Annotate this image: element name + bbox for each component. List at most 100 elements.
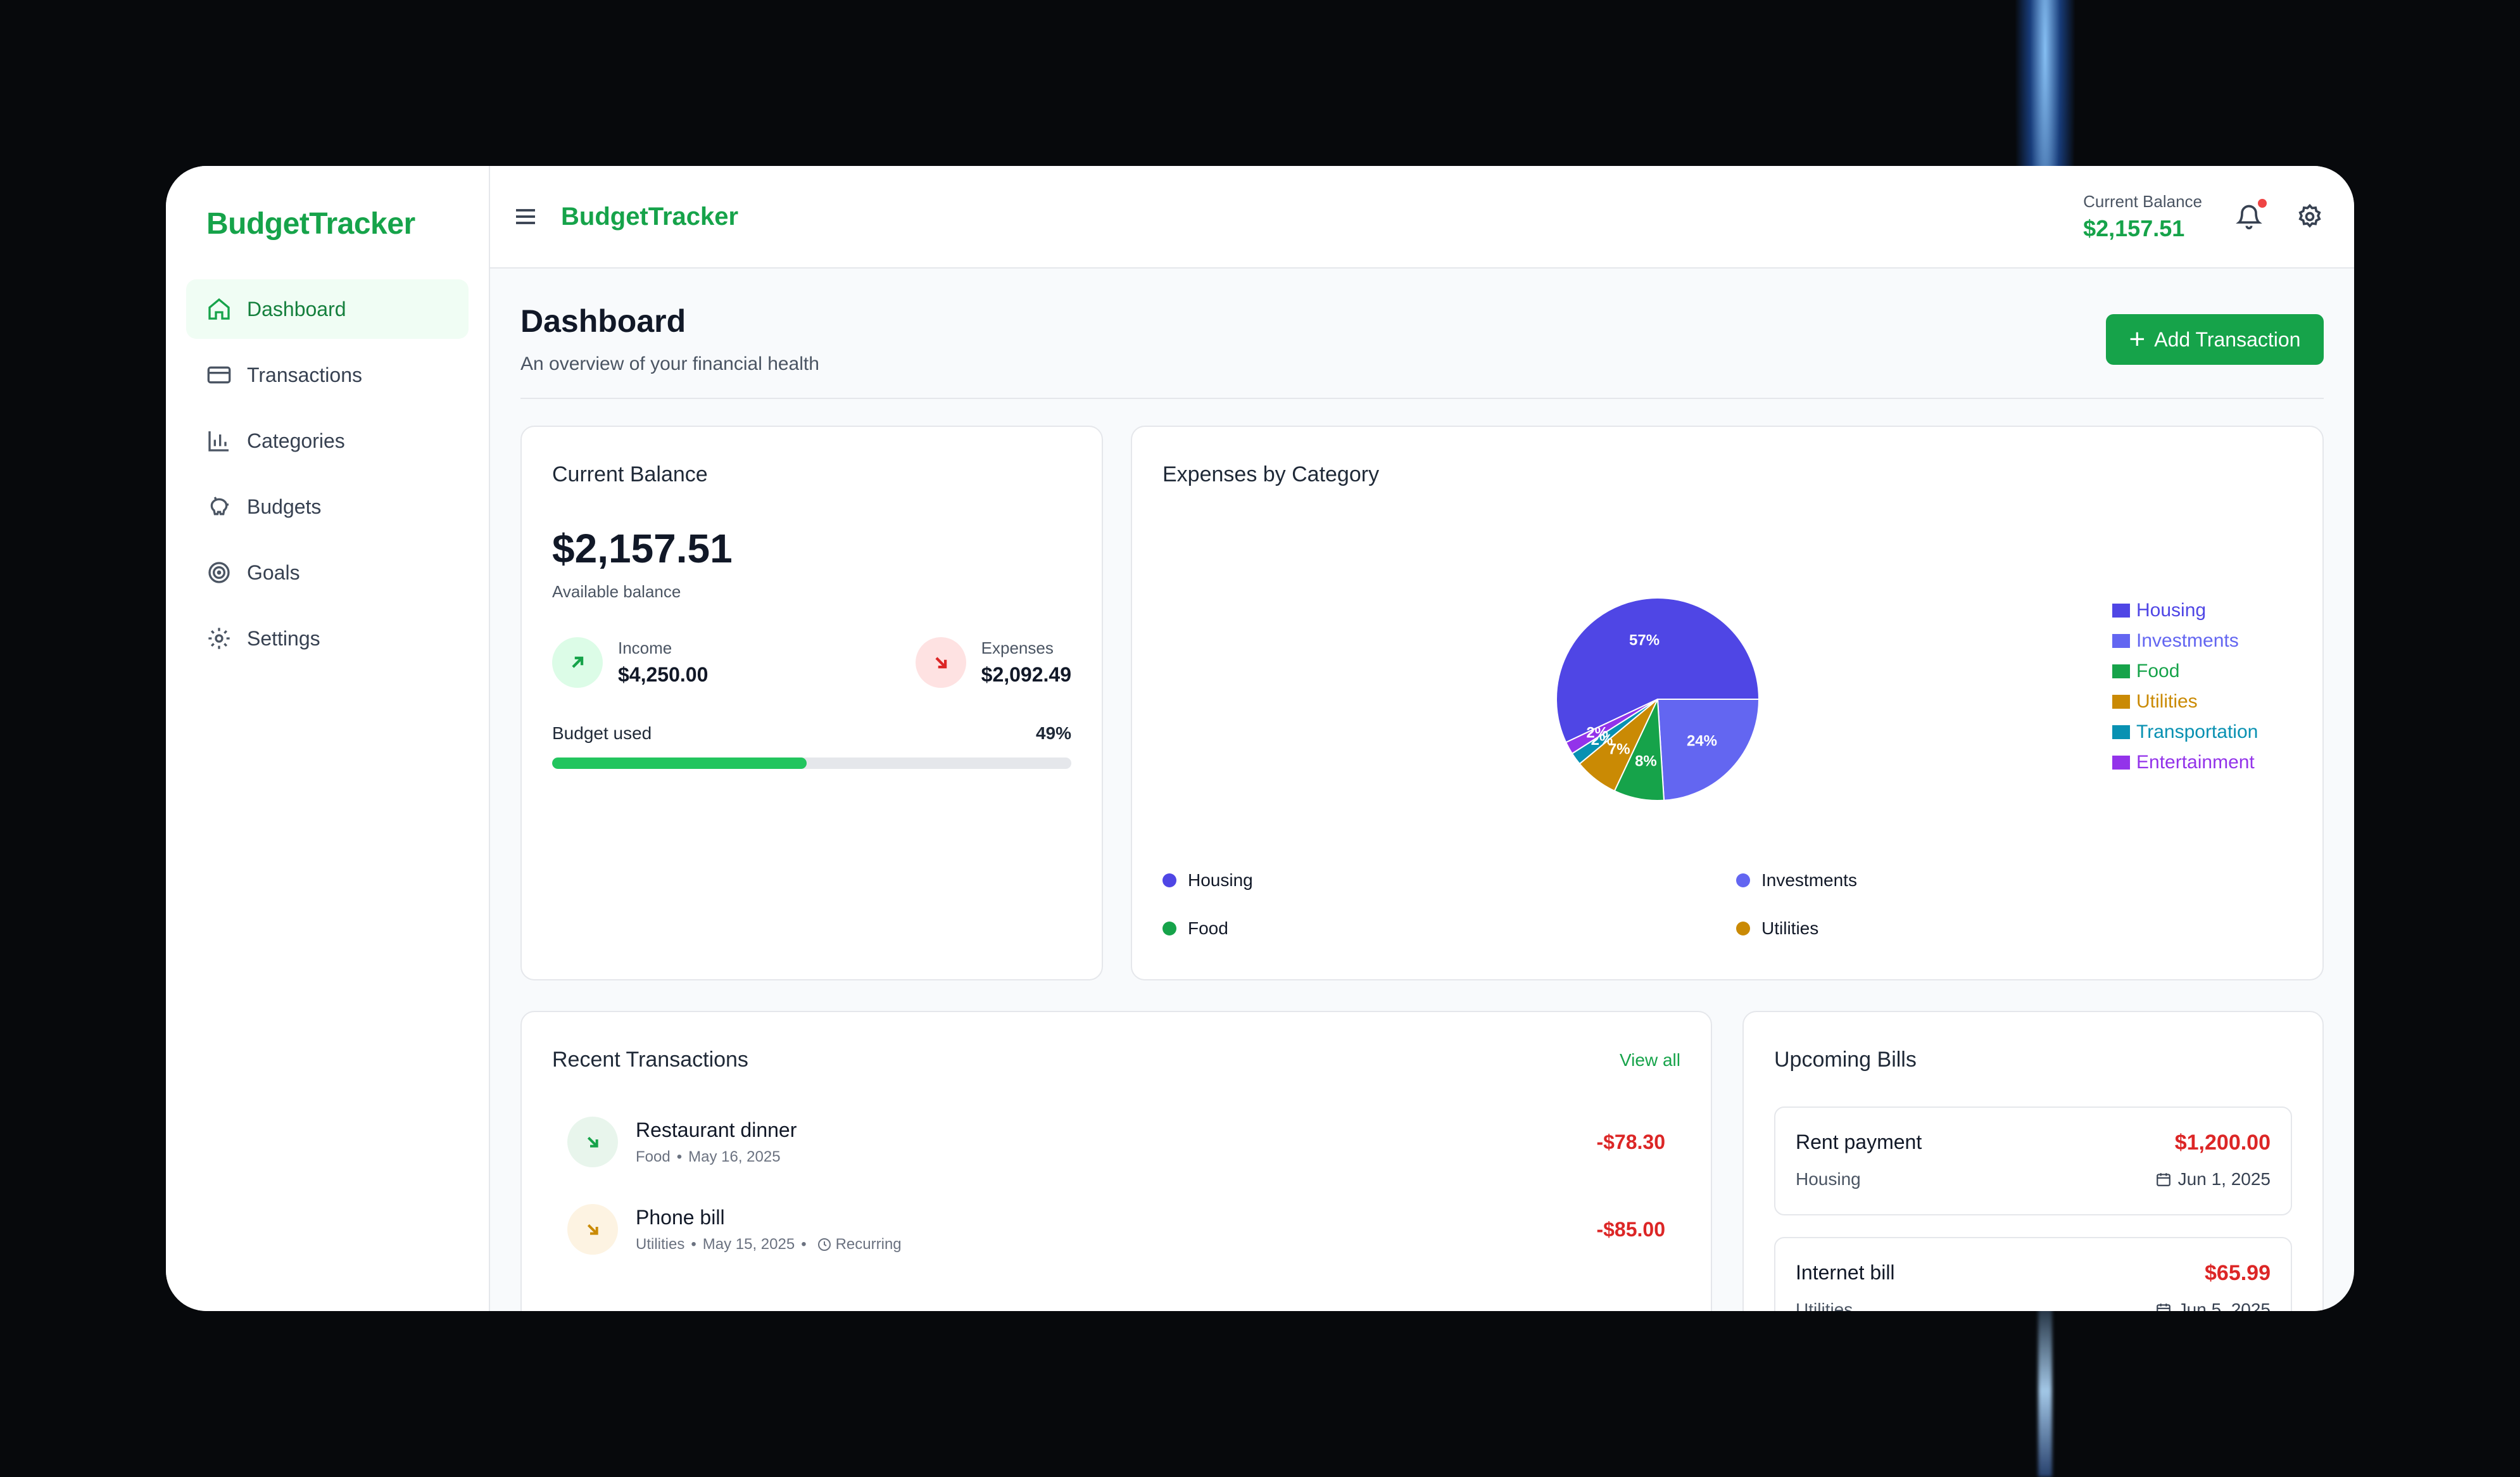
- bell-icon: [2236, 205, 2262, 230]
- bill-date-text: Jun 1, 2025: [2177, 1169, 2271, 1189]
- bottom-legend-item[interactable]: Housing: [1162, 870, 1736, 891]
- arrow-down-right-icon: [915, 637, 966, 688]
- bill-category: Housing: [1796, 1169, 1861, 1189]
- income-expense-row: Income $4,250.00 Expenses $2,092.49: [552, 637, 1071, 688]
- legend-item-transportation[interactable]: Transportation: [2112, 717, 2258, 747]
- page-header: Dashboard An overview of your financial …: [520, 299, 2324, 399]
- topbar-balance-value: $2,157.51: [2083, 215, 2185, 241]
- legend-swatch: [2112, 725, 2130, 739]
- bill-date: Jun 1, 2025: [2155, 1169, 2271, 1189]
- legend-item-housing[interactable]: Housing: [2112, 595, 2258, 626]
- pie-label: 24%: [1687, 733, 1717, 750]
- transaction-row[interactable]: Phone bill Utilities • May 15, 2025 • Re…: [552, 1204, 1680, 1255]
- bill-name: Internet bill: [1796, 1261, 1895, 1284]
- sidebar-item-categories[interactable]: Categories: [186, 411, 469, 471]
- legend-item-entertainment[interactable]: Entertainment: [2112, 747, 2258, 778]
- bill-date: Jun 5, 2025: [2155, 1300, 2271, 1311]
- pie-label: 8%: [1635, 752, 1657, 770]
- transaction-amount: -$85.00: [1596, 1217, 1665, 1241]
- expenses-value: $2,092.49: [981, 663, 1071, 686]
- legend-swatch: [2112, 634, 2130, 648]
- sidebar-item-dashboard[interactable]: Dashboard: [186, 279, 469, 339]
- sidebar-item-label: Dashboard: [247, 297, 346, 320]
- income-label: Income: [618, 638, 672, 657]
- notification-dot: [2258, 199, 2267, 208]
- main-area: BudgetTracker Current Balance $2,157.51 …: [490, 166, 2354, 1311]
- topbar-brand[interactable]: BudgetTracker: [561, 203, 738, 231]
- legend-dot: [1162, 922, 1176, 935]
- transaction-date: May 15, 2025: [702, 1235, 795, 1253]
- budget-used-percent: 49%: [1035, 723, 1071, 743]
- gear-icon: [208, 628, 230, 649]
- arrow-down-right-icon: [567, 1117, 618, 1167]
- current-balance-card: Current Balance $2,157.51 Available bala…: [520, 426, 1103, 980]
- budget-progress-bar: [552, 758, 1071, 769]
- card-title: Upcoming Bills: [1774, 1048, 1917, 1072]
- transaction-name: Restaurant dinner: [636, 1118, 797, 1141]
- add-transaction-button[interactable]: + Add Transaction: [2106, 314, 2324, 365]
- sidebar-item-budgets[interactable]: Budgets: [186, 477, 469, 536]
- transaction-recurring: Recurring: [835, 1235, 902, 1253]
- clock-icon: [817, 1238, 831, 1251]
- topbar-balance-label: Current Balance: [2083, 191, 2202, 211]
- piggy-bank-icon: [210, 497, 229, 516]
- calendar-icon: [2156, 1303, 2170, 1311]
- sidebar-brand[interactable]: BudgetTracker: [186, 206, 469, 241]
- legend-dot: [1162, 873, 1176, 887]
- bill-item[interactable]: Rent payment $1,200.00 Housing Jun 1, 20…: [1774, 1106, 2292, 1215]
- transaction-meta: Utilities • May 15, 2025 • Recurring: [636, 1236, 902, 1253]
- bill-amount: $65.99: [2205, 1261, 2271, 1285]
- recent-transactions-card: Recent Transactions View all Restaurant …: [520, 1011, 1712, 1311]
- transaction-name: Phone bill: [636, 1205, 725, 1229]
- transactions-header: Recent Transactions View all: [552, 1048, 1680, 1072]
- legend-swatch: [2112, 756, 2130, 770]
- legend-label: Investments: [1761, 870, 1857, 890]
- transaction-row[interactable]: Restaurant dinner Food • May 16, 2025 -$…: [552, 1117, 1680, 1167]
- upcoming-bills-card: Upcoming Bills Rent payment $1,200.00 Ho…: [1742, 1011, 2324, 1311]
- bill-category: Utilities: [1796, 1300, 1853, 1311]
- legend-item-utilities[interactable]: Utilities: [2112, 687, 2258, 717]
- pie-slice-investments[interactable]: [1656, 699, 1760, 801]
- credit-card-icon: [207, 366, 231, 384]
- bottom-legend-item[interactable]: Utilities: [1736, 918, 2243, 939]
- legend-label: Utilities: [2136, 691, 2198, 712]
- transaction-category: Food: [636, 1148, 671, 1165]
- card-title: Recent Transactions: [552, 1048, 748, 1072]
- legend-swatch: [2112, 604, 2130, 618]
- card-title: Expenses by Category: [1162, 462, 1380, 486]
- bill-amount: $1,200.00: [2174, 1131, 2271, 1155]
- expenses-label: Expenses: [981, 638, 1054, 657]
- budget-used-row: Budget used 49%: [552, 723, 1071, 744]
- legend-label: Transportation: [2136, 721, 2259, 742]
- legend-item-investments[interactable]: Investments: [2112, 626, 2258, 656]
- bottom-legend-item[interactable]: Investments: [1736, 870, 2243, 891]
- legend-dot: [1736, 873, 1750, 887]
- legend-swatch: [2112, 695, 2130, 709]
- bar-chart-icon: [208, 431, 229, 452]
- balance-caption: Available balance: [552, 582, 681, 601]
- notifications-button[interactable]: [2235, 199, 2267, 231]
- sidebar-item-settings[interactable]: Settings: [186, 609, 469, 668]
- budget-progress-fill: [552, 758, 807, 769]
- bottom-legend-item[interactable]: Food: [1162, 918, 1736, 939]
- expenses-by-category-card: Expenses by Category 57% 24% 8% 7% 2% 2% Hous…: [1131, 426, 2324, 980]
- sidebar-item-transactions[interactable]: Transactions: [186, 345, 469, 405]
- legend-label: Food: [2136, 661, 2180, 681]
- arrow-down-right-icon: [567, 1204, 618, 1255]
- pie-label: 57%: [1629, 631, 1660, 649]
- view-all-link[interactable]: View all: [1620, 1050, 1680, 1070]
- sidebar-item-label: Goals: [247, 561, 300, 584]
- menu-icon[interactable]: [513, 204, 538, 229]
- legend-swatch: [2112, 664, 2130, 678]
- legend-label: Food: [1188, 918, 1228, 938]
- transaction-date: May 16, 2025: [688, 1148, 781, 1165]
- legend-item-food[interactable]: Food: [2112, 656, 2258, 687]
- income-value: $4,250.00: [618, 663, 709, 686]
- legend-label: Housing: [2136, 600, 2207, 621]
- bill-item[interactable]: Internet bill $65.99 Utilities Jun 5, 20…: [1774, 1237, 2292, 1311]
- meta-separator: •: [801, 1235, 807, 1253]
- settings-button[interactable]: [2296, 203, 2324, 231]
- sidebar-item-goals[interactable]: Goals: [186, 543, 469, 602]
- budget-used-label: Budget used: [552, 723, 652, 743]
- legend-label: Entertainment: [2136, 752, 2255, 773]
